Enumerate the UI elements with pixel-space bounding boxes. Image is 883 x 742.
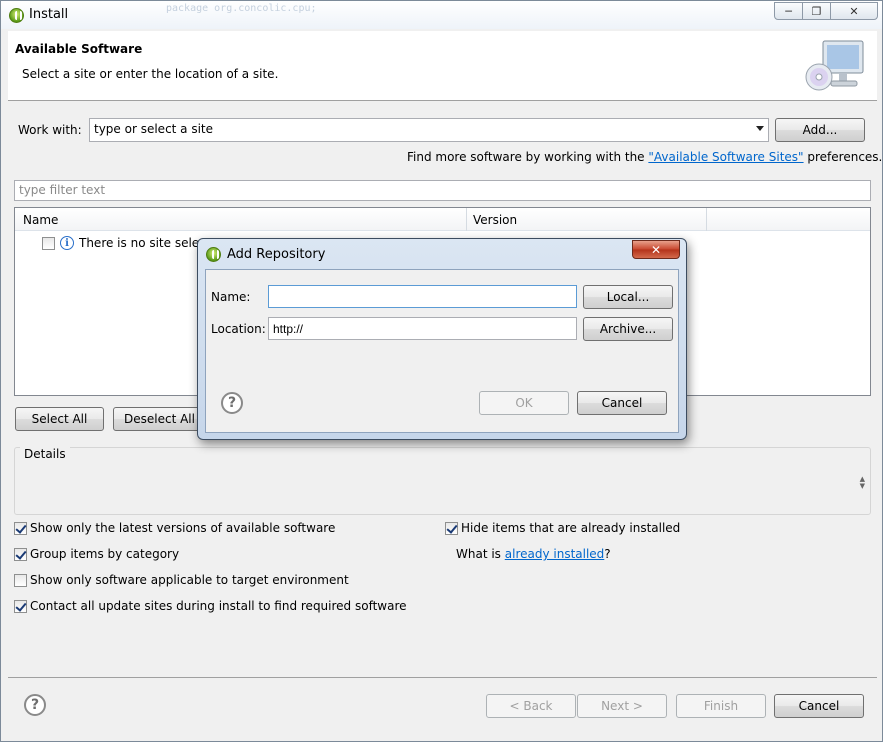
finish-button[interactable]: Finish xyxy=(676,694,766,718)
wizard-header: Available Software Select a site or ente… xyxy=(8,31,877,101)
what-is-prefix: What is xyxy=(456,547,505,561)
work-with-label: Work with: xyxy=(18,123,82,137)
available-sites-link[interactable]: "Available Software Sites" xyxy=(648,150,803,164)
chevron-down-icon[interactable] xyxy=(756,126,764,131)
close-icon: ✕ xyxy=(650,242,662,257)
work-with-combo[interactable]: type or select a site xyxy=(89,118,769,142)
eclipse-app-icon xyxy=(206,247,221,262)
checkbox[interactable] xyxy=(14,548,27,561)
archive-button[interactable]: Archive... xyxy=(583,317,673,341)
add-repository-dialog: Add Repository ✕ Name: Local... Location… xyxy=(197,238,687,440)
info-icon: i xyxy=(60,236,74,250)
what-is-suffix: ? xyxy=(604,547,611,561)
help-icon[interactable]: ? xyxy=(24,694,46,716)
checkbox[interactable] xyxy=(14,600,27,613)
next-button[interactable]: Next > xyxy=(577,694,667,718)
option-label: Show only software applicable to target … xyxy=(30,573,349,587)
window-title: Install xyxy=(29,7,69,22)
find-more-prefix: Find more software by working with the xyxy=(407,150,649,164)
page-subtitle: Select a site or enter the location of a… xyxy=(22,67,279,81)
ok-button[interactable]: OK xyxy=(479,391,569,415)
filter-placeholder: type filter text xyxy=(19,183,106,197)
details-scroll-spinner[interactable]: ▲ ▼ xyxy=(860,476,865,490)
deselect-all-button[interactable]: Deselect All xyxy=(113,407,202,431)
tree-item-checkbox[interactable] xyxy=(42,237,55,250)
find-more-suffix: preferences. xyxy=(803,150,883,164)
tree-header: Name Version xyxy=(15,208,870,231)
what-is-installed-text: What is already installed? xyxy=(456,547,611,561)
column-separator xyxy=(706,208,707,231)
background-code-text: package org.concolic.cpu; xyxy=(166,3,317,14)
checkbox[interactable] xyxy=(14,522,27,535)
details-legend: Details xyxy=(20,447,70,461)
add-site-button[interactable]: Add... xyxy=(775,118,865,142)
eclipse-app-icon xyxy=(9,8,24,23)
local-button[interactable]: Local... xyxy=(583,285,673,309)
close-icon: ✕ xyxy=(849,4,859,18)
help-icon[interactable]: ? xyxy=(221,392,243,414)
close-button[interactable]: ✕ xyxy=(830,2,878,20)
page-title: Available Software xyxy=(15,42,143,56)
dialog-body: Name: Local... Location: Archive... ? OK… xyxy=(205,269,679,433)
tree-empty-message: There is no site selected. xyxy=(79,236,207,250)
filter-input[interactable]: type filter text xyxy=(14,180,871,201)
install-monitor-icon xyxy=(805,40,864,91)
select-all-button[interactable]: Select All xyxy=(15,407,104,431)
option-label: Contact all update sites during install … xyxy=(30,599,407,613)
minimize-icon: ─ xyxy=(785,4,792,18)
name-label: Name: xyxy=(211,290,251,304)
checkbox[interactable] xyxy=(445,522,458,535)
back-button[interactable]: < Back xyxy=(486,694,576,718)
name-input[interactable] xyxy=(268,285,577,308)
minimize-button[interactable]: ─ xyxy=(774,2,803,20)
option-label: Hide items that are already installed xyxy=(461,521,681,535)
button-bar-separator xyxy=(8,677,877,678)
dialog-close-button[interactable]: ✕ xyxy=(632,240,680,259)
option-label: Group items by category xyxy=(30,547,180,561)
window-controls: ─ ❐ ✕ xyxy=(774,2,878,20)
checkbox[interactable] xyxy=(14,574,27,587)
maximize-button[interactable]: ❐ xyxy=(802,2,831,20)
work-with-value: type or select a site xyxy=(94,122,214,136)
cancel-button[interactable]: Cancel xyxy=(774,694,864,718)
column-separator xyxy=(466,208,467,231)
restore-icon: ❐ xyxy=(811,4,822,18)
column-name[interactable]: Name xyxy=(23,213,58,227)
column-version[interactable]: Version xyxy=(473,213,517,227)
dialog-cancel-button[interactable]: Cancel xyxy=(577,391,667,415)
location-input[interactable] xyxy=(268,317,577,340)
dialog-title: Add Repository xyxy=(227,247,326,262)
already-installed-link[interactable]: already installed xyxy=(505,547,605,561)
details-group: Details ▲ ▼ xyxy=(14,447,871,515)
option-label: Show only the latest versions of availab… xyxy=(30,521,336,535)
title-bar: Install package org.concolic.cpu; ─ ❐ ✕ xyxy=(1,1,882,29)
location-label: Location: xyxy=(211,322,266,336)
find-more-text: Find more software by working with the "… xyxy=(407,150,882,164)
